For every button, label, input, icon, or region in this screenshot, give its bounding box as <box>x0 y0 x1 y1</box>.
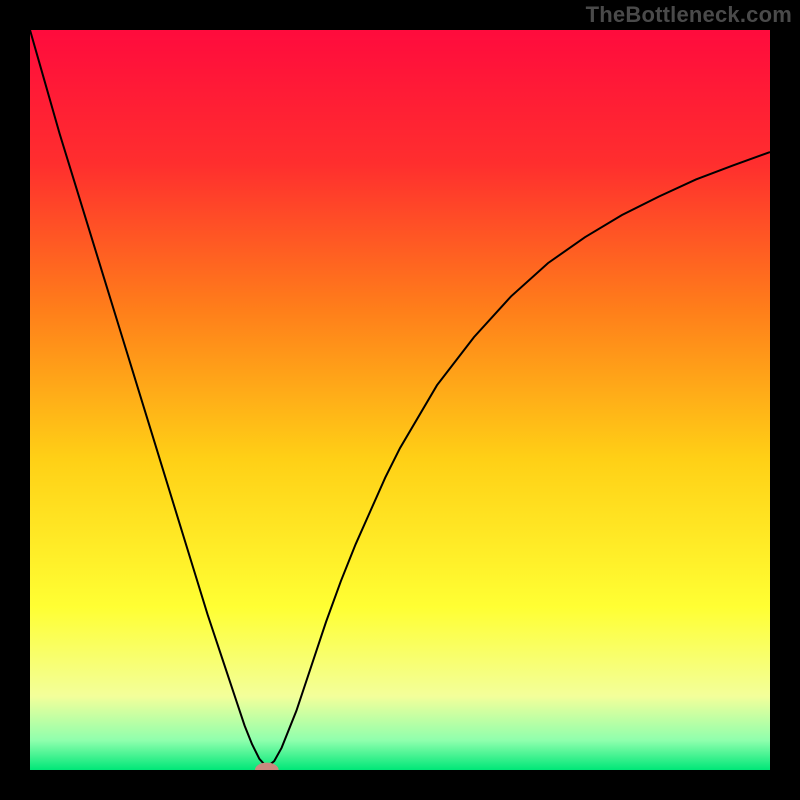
plot-frame <box>30 30 770 770</box>
plot-svg <box>30 30 770 770</box>
watermark-text: TheBottleneck.com <box>586 2 792 28</box>
chart-wrapper: TheBottleneck.com <box>0 0 800 800</box>
